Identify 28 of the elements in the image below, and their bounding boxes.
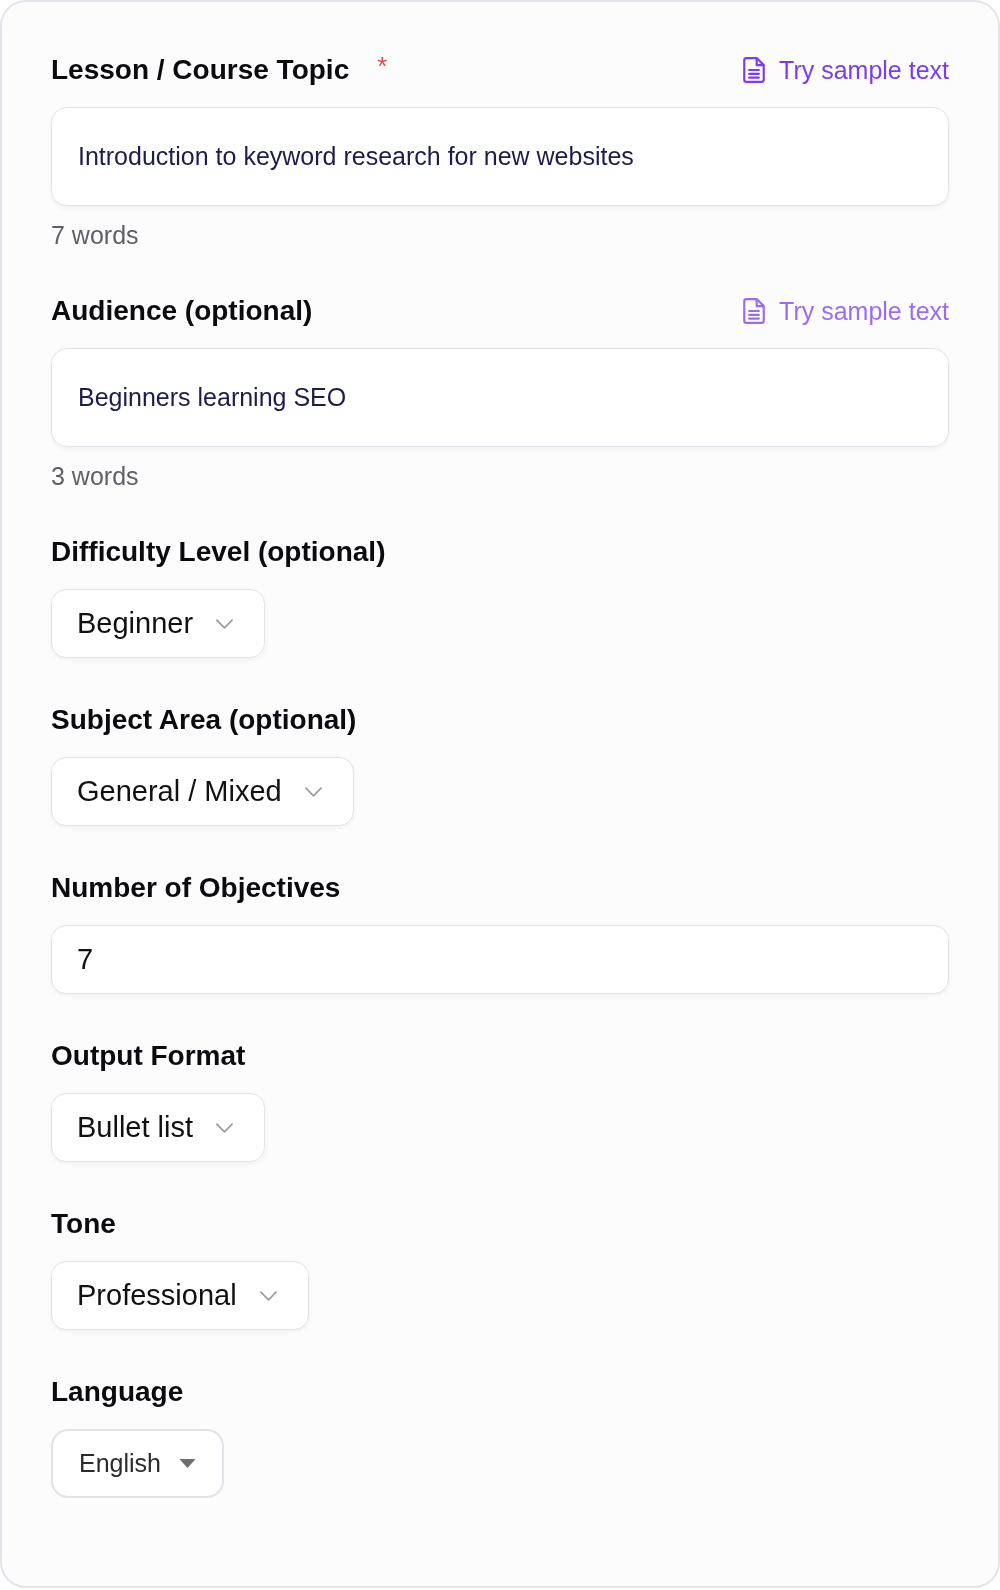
field-label: Difficulty Level (optional) — [51, 536, 386, 568]
chevron-down-icon — [259, 1290, 277, 1301]
chevron-down-icon — [304, 786, 322, 797]
document-icon — [743, 57, 766, 83]
dropdown[interactable]: Professional — [51, 1261, 309, 1330]
word-count: 7 words — [51, 222, 140, 249]
field-label: Output Format — [51, 1040, 246, 1072]
required-mark: * — [377, 53, 388, 79]
number-field[interactable]: 7 — [51, 925, 949, 994]
field-label: Subject Area (optional) — [51, 704, 357, 736]
field-label: Lesson / Course Topic — [51, 54, 350, 86]
dropdown[interactable]: Bullet list — [51, 1093, 266, 1162]
field-label: Audience (optional) — [51, 295, 313, 327]
chevron-down-icon — [216, 618, 234, 629]
caret-down-icon — [179, 1459, 196, 1468]
field-label: Language — [51, 1376, 184, 1408]
text-field[interactable]: Beginners learning SEO — [51, 348, 949, 447]
sample-text-link[interactable]: Try sample text — [743, 55, 949, 85]
field-label: Number of Objectives — [51, 872, 341, 904]
field-label: Tone — [51, 1208, 116, 1240]
sample-text-link[interactable]: Try sample text — [743, 296, 949, 326]
dropdown[interactable]: General / Mixed — [51, 757, 354, 826]
document-icon — [743, 298, 766, 324]
dropdown[interactable]: Beginner — [51, 589, 266, 658]
dropdown[interactable]: English — [51, 1429, 224, 1498]
chevron-down-icon — [216, 1122, 234, 1133]
word-count: 3 words — [51, 463, 140, 490]
text-field[interactable]: Introduction to keyword research for new websites — [51, 107, 949, 206]
